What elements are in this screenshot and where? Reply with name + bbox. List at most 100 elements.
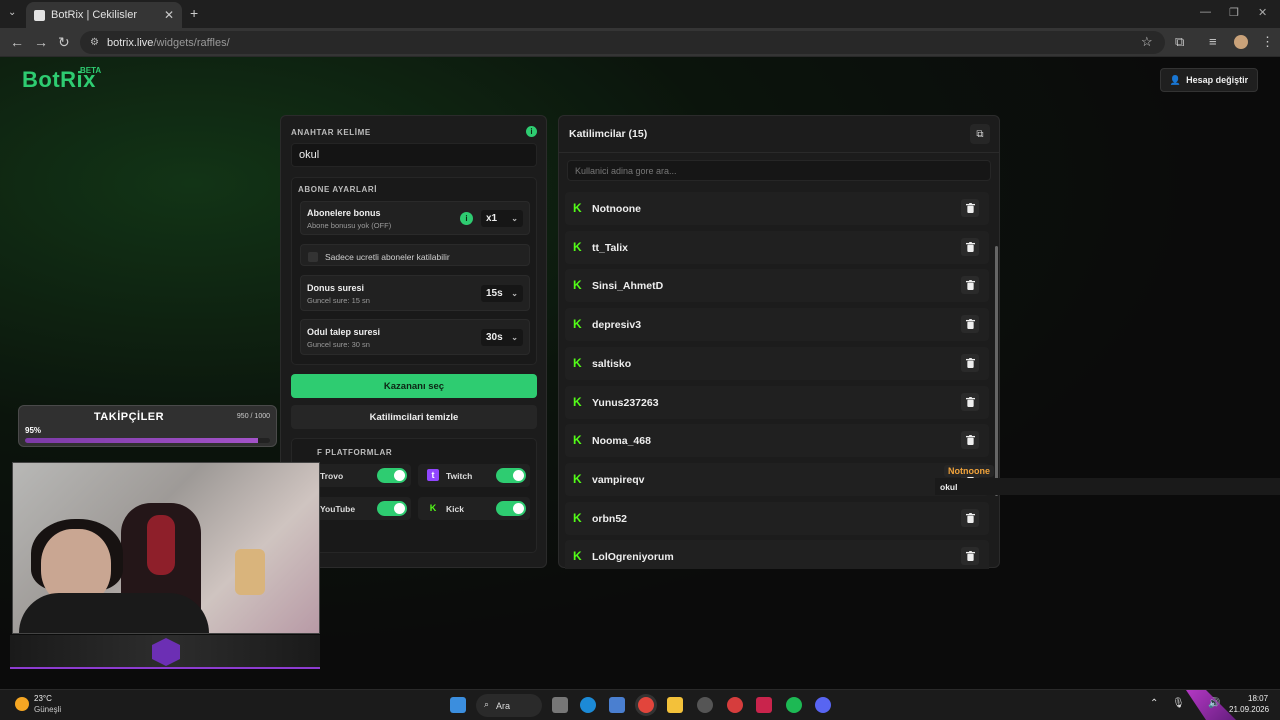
participant-row[interactable]: Ktt_Talix — [565, 230, 989, 264]
address-bar[interactable]: ⚙ botrix.live/widgets/raffles/ — [80, 31, 1165, 54]
participant-name: saltisko — [592, 357, 632, 370]
site-info-icon[interactable]: ⚙ — [90, 37, 99, 48]
kick-icon: K — [573, 394, 582, 409]
claim-value: 30s — [486, 332, 503, 343]
volume-icon[interactable]: 🔊 — [1208, 698, 1220, 709]
chevron-down-icon: ⌄ — [511, 289, 518, 298]
participant-row[interactable]: K Notnoone — [565, 192, 989, 225]
new-tab-icon[interactable]: + — [190, 5, 198, 21]
participants-panel: Katilimcilar (15) ⧉ Kullanici adina gore… — [558, 115, 1000, 569]
github-icon[interactable] — [697, 697, 713, 713]
claim-select[interactable]: 30s ⌄ — [481, 329, 523, 346]
divider — [559, 152, 999, 153]
taskbar-search[interactable]: ⌕ Ara — [476, 694, 542, 717]
participant-row[interactable]: Ksaltisko — [565, 346, 989, 380]
trash-icon[interactable] — [961, 353, 979, 372]
sub-bonus-info-icon[interactable]: i — [460, 212, 473, 225]
platform-name: YouTube — [320, 504, 356, 514]
platform-trovo-toggle[interactable] — [377, 468, 407, 483]
profile-avatar[interactable] — [1234, 35, 1248, 49]
sub-bonus-value: x1 — [486, 213, 498, 224]
extensions-icon[interactable]: ⧉ — [1175, 34, 1184, 50]
trash-icon[interactable] — [961, 315, 979, 334]
page-content: BotRix BETA 👤 Hesap değiştir ANAHTAR KEL… — [0, 57, 1280, 689]
participant-row[interactable]: Korbn52 — [565, 501, 989, 535]
maximize-icon[interactable]: ❐ — [1229, 6, 1239, 19]
trash-icon[interactable] — [961, 508, 979, 527]
menu-kebab-icon[interactable]: ⋮ — [1261, 34, 1274, 50]
discord-icon[interactable] — [815, 697, 831, 713]
participant-row[interactable]: Kdepresiv3 — [565, 308, 989, 342]
claim-title: Odul talep suresi — [307, 327, 381, 337]
participant-row[interactable]: K Yunus237263 — [565, 385, 989, 419]
followers-count: 950 / 1000 — [236, 413, 270, 420]
trash-icon[interactable] — [961, 237, 979, 256]
trash-icon[interactable] — [961, 547, 979, 566]
task-view-icon[interactable] — [552, 697, 568, 713]
switch-account-button[interactable]: 👤 Hesap değiştir — [1160, 68, 1258, 92]
file-explorer-icon[interactable] — [667, 697, 683, 713]
clear-participants-button[interactable]: Katilimcilari temizle — [291, 405, 537, 429]
kick-icon: K — [573, 355, 582, 370]
back-icon[interactable]: ← — [10, 34, 24, 50]
duration-title: Donus suresi — [307, 283, 365, 293]
participant-row[interactable]: K LolOgreniyorum — [565, 540, 989, 569]
bookmark-star-icon[interactable]: ☆ — [1141, 34, 1153, 50]
trash-icon[interactable] — [961, 199, 979, 217]
minimize-icon[interactable]: — — [1200, 6, 1211, 18]
followers-progress-fill — [25, 438, 258, 443]
participant-row[interactable]: Kvampireqv — [565, 462, 989, 496]
microphone-icon[interactable]: 🎙 — [1172, 698, 1185, 709]
participant-name: Notnoone — [592, 203, 641, 215]
windows-taskbar: 23°C Güneşli ⌕ Ara ⌃ 🎙 🔊 18:07 21.09.202… — [0, 689, 1280, 720]
info-icon[interactable]: i — [526, 126, 537, 137]
tab-search-icon[interactable]: ⌄ — [8, 7, 16, 18]
platform-twitch-toggle[interactable] — [496, 468, 526, 483]
pick-winner-button[interactable]: Kazananı seç — [291, 374, 537, 398]
reading-list-icon[interactable]: ≡ — [1209, 34, 1217, 49]
chevron-down-icon: ⌄ — [511, 214, 518, 223]
clock-time[interactable]: 18:07 — [1248, 694, 1268, 703]
kick-icon: K — [573, 201, 582, 215]
platform-name: Kick — [446, 504, 464, 514]
claim-subtitle: Guncel sure: 30 sn — [307, 340, 370, 349]
start-icon[interactable] — [450, 697, 466, 713]
search-placeholder: Kullanici adina gore ara... — [575, 165, 677, 176]
app-icon[interactable] — [727, 697, 743, 713]
participant-row[interactable]: K Sinsi_AhmetD — [565, 269, 989, 303]
participant-list: K Notnoone Ktt_Talix K Sinsi_AhmetD Kdepresiv… — [565, 192, 989, 569]
sub-bonus-select[interactable]: x1 ⌄ — [481, 210, 523, 227]
kick-icon: K — [429, 503, 437, 513]
browser-tab[interactable]: BotRix | Cekilisler ✕ — [26, 2, 182, 28]
paid-only-checkbox[interactable] — [308, 252, 318, 262]
scrollbar[interactable] — [995, 246, 998, 496]
edge-icon[interactable] — [580, 697, 596, 713]
forward-icon[interactable]: → — [34, 34, 48, 50]
clock-date[interactable]: 21.09.2026 — [1229, 705, 1269, 714]
keyword-input[interactable]: okul — [291, 143, 537, 167]
participant-row[interactable]: K Nooma_468 — [565, 424, 989, 458]
trash-icon[interactable] — [961, 431, 979, 450]
platform-youtube-toggle[interactable] — [377, 501, 407, 516]
participant-search-input[interactable]: Kullanici adina gore ara... — [567, 160, 991, 181]
reload-icon[interactable]: ↻ — [58, 34, 70, 51]
platform-kick-toggle[interactable] — [496, 501, 526, 516]
store-icon[interactable] — [609, 697, 625, 713]
copy-icon[interactable]: ⧉ — [970, 124, 990, 144]
trash-icon[interactable] — [961, 392, 979, 411]
weather-sun-icon[interactable] — [15, 697, 29, 711]
browser-tabbar: ⌄ BotRix | Cekilisler ✕ + — ❐ ✕ — [0, 0, 1280, 28]
twitch-icon: t — [427, 469, 439, 481]
tab-close-icon[interactable]: ✕ — [164, 8, 174, 22]
app-icon[interactable] — [756, 697, 772, 713]
platforms-section: F PLATFORMLAR Trovo t Twitch YouTube K K… — [291, 438, 537, 553]
window-close-icon[interactable]: ✕ — [1258, 6, 1267, 19]
duration-select[interactable]: 15s ⌄ — [481, 285, 523, 302]
subscriber-section-label: ABONE AYARLARİ — [298, 185, 378, 194]
tray-chevron-icon[interactable]: ⌃ — [1150, 698, 1158, 709]
spotify-icon[interactable] — [786, 697, 802, 713]
weather-temp: 23°C — [34, 694, 52, 703]
paid-only-row[interactable]: Sadece ucretli aboneler katilabilir — [300, 244, 530, 266]
chrome-icon[interactable] — [638, 697, 654, 713]
trash-icon[interactable] — [961, 276, 979, 295]
